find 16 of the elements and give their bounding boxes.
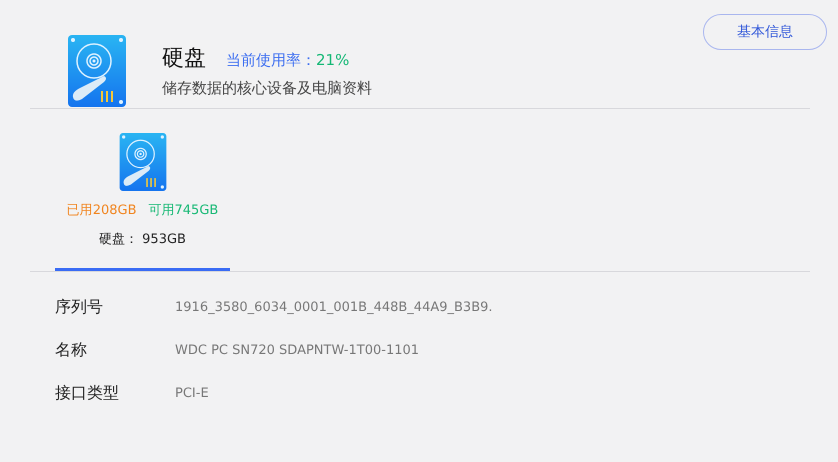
usage-rate: 当前使用率：21%	[226, 51, 350, 70]
detail-label: 序列号	[55, 297, 104, 318]
disk-tab[interactable]: 已用208GB 可用745GB 硬盘： 953GB	[55, 133, 230, 271]
detail-label: 接口类型	[55, 383, 120, 404]
hard-drive-icon	[68, 35, 126, 107]
drive-title: 硬盘	[162, 45, 206, 73]
detail-value: PCI-E	[175, 386, 209, 401]
hard-drive-icon	[118, 133, 166, 191]
used-space: 已用208GB	[66, 202, 136, 219]
detail-label: 名称	[55, 340, 88, 361]
total-capacity: 硬盘： 953GB	[99, 231, 186, 248]
basic-info-button[interactable]: 基本信息	[703, 14, 827, 50]
detail-value: WDC PC SN720 SDAPNTW-1T00-1101	[175, 343, 420, 358]
detail-value: 1916_3580_6034_0001_001B_448B_44A9_B3B9.	[175, 300, 493, 315]
free-space: 可用745GB	[148, 202, 218, 219]
drive-description: 储存数据的核心设备及电脑资料	[162, 79, 372, 98]
